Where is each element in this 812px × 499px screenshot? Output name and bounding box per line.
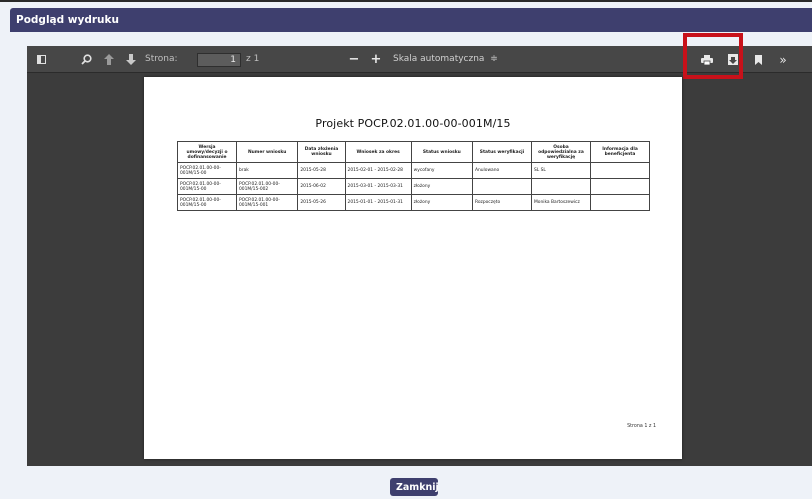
table-cell: Rozpoczęto <box>471 194 532 211</box>
scale-select[interactable]: Skala automatyczna ≑ <box>389 51 502 67</box>
scale-value: Skala automatyczna <box>393 54 485 64</box>
select-caret-icon: ≑ <box>490 54 498 64</box>
table-cell: POCP.02.01.00-00-001M/15-001 <box>235 194 299 211</box>
table-cell <box>589 194 651 211</box>
column-header: Status weryfikacji <box>471 141 532 163</box>
table-row: POCP.02.01.00-00-001M/15-00 POCP.02.01.0… <box>177 194 651 211</box>
document-title: Projekt POCP.02.01.00-00-001M/15 <box>315 117 511 130</box>
table-cell: wycofany <box>410 162 473 179</box>
dialog-title: Podgląd wydruku <box>16 14 119 26</box>
column-header: Osoba odpowiedzialna za weryfikację <box>530 141 591 163</box>
page-label: Strona: <box>145 54 178 64</box>
table-cell: POCP.02.01.00-00-001M/15-00 <box>177 194 237 211</box>
column-header: Wersja umowy/decyzji o dofinansowanie <box>177 141 237 163</box>
table-row: POCP.02.01.00-00-001M/15-00 brak 2015-05… <box>177 162 651 179</box>
zoom-in-button[interactable]: + <box>369 46 383 73</box>
search-icon[interactable] <box>79 46 93 73</box>
dialog-title-bar: Podgląd wydruku <box>10 8 812 32</box>
column-header: Data złożenia wniosku <box>297 141 346 163</box>
table-cell: POCP.02.01.00-00-001M/15-00 <box>177 178 237 195</box>
bookmark-icon[interactable] <box>752 46 764 73</box>
column-header: Wniosek za okres <box>344 141 412 163</box>
table-row: POCP.02.01.00-00-001M/15-00 POCP.02.01.0… <box>177 178 651 195</box>
table-cell <box>589 162 651 179</box>
table-cell: brak <box>235 162 299 179</box>
close-button[interactable]: Zamknij <box>390 478 439 496</box>
table-cell <box>530 178 591 195</box>
highlight-frame <box>683 33 743 79</box>
table-cell: złożony <box>410 178 473 195</box>
table-cell: Monika Bartoszewicz <box>530 194 591 211</box>
column-header: Informacja dla beneficjenta <box>589 141 651 163</box>
applications-table: Wersja umowy/decyzji o dofinansowanie Nu… <box>177 141 651 211</box>
table-cell: Anulowano <box>471 162 532 179</box>
arrow-up-icon[interactable] <box>102 46 116 73</box>
table-cell: 2015-05-28 <box>297 162 346 179</box>
minus-icon: − <box>348 52 360 67</box>
zoom-out-button[interactable]: − <box>347 46 361 73</box>
table-cell: 2015-03-01 - 2015-03-31 <box>344 178 412 195</box>
table-cell: POCP.02.01.00-00-001M/15-002 <box>235 178 299 195</box>
table-cell: 2015-02-01 - 2015-02-28 <box>344 162 412 179</box>
table-cell <box>471 178 532 195</box>
top-border <box>0 0 812 2</box>
table-cell <box>589 178 651 195</box>
pdf-page: Projekt POCP.02.01.00-00-001M/15 Wersja … <box>144 77 682 459</box>
table-header-row: Wersja umowy/decyzji o dofinansowanie Nu… <box>177 141 651 163</box>
column-header: Status wniosku <box>410 141 473 163</box>
sidebar-toggle-icon[interactable] <box>35 46 47 73</box>
page-footer: Strona 1 z 1 <box>627 424 656 429</box>
arrow-down-icon[interactable] <box>124 46 138 73</box>
page-number-input[interactable] <box>197 53 241 67</box>
table-cell: 2015-01-01 - 2015-01-31 <box>344 194 412 211</box>
plus-icon: + <box>370 52 382 67</box>
double-chevron-right-icon[interactable]: » <box>775 46 791 73</box>
table-cell: 2015-06-02 <box>297 178 346 195</box>
table-cell: SL SL <box>530 162 591 179</box>
table-cell: złożony <box>410 194 473 211</box>
table-cell: POCP.02.01.00-00-001M/15-00 <box>177 162 237 179</box>
column-header: Numer wniosku <box>235 141 299 163</box>
table-cell: 2015-05-26 <box>297 194 346 211</box>
page-count: z 1 <box>246 54 260 64</box>
